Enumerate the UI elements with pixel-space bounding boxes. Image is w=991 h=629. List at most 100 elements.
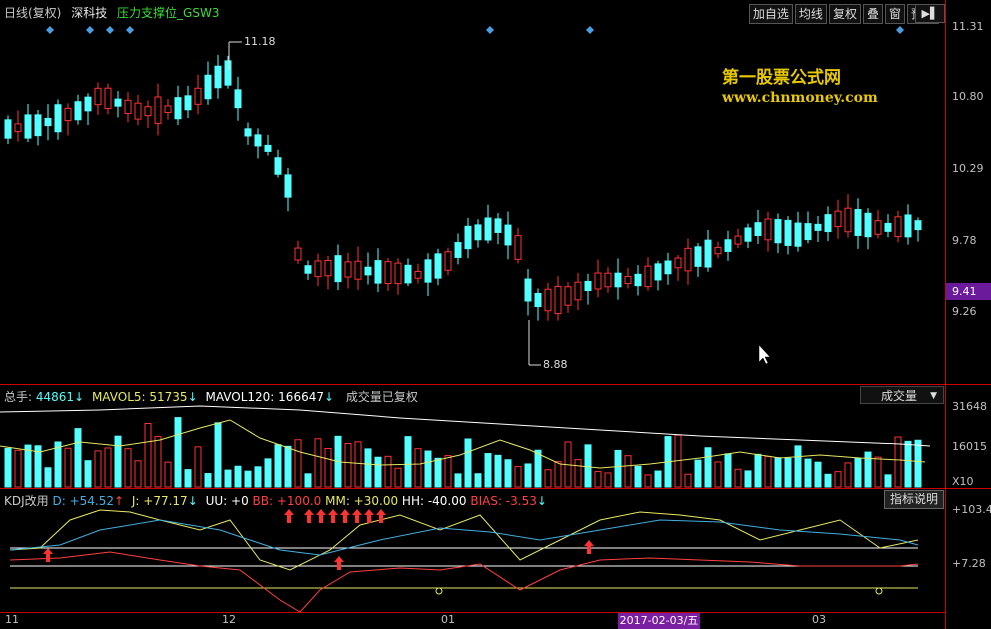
volume-bar [744,470,752,488]
candle-body [794,222,802,247]
candle-body [284,174,292,198]
volume-bar [364,448,372,488]
indicator-help-button[interactable]: 指标说明 [884,490,944,509]
candle-body [544,288,552,312]
volume-tick: 16015 [952,440,987,453]
volume-bar [344,443,352,488]
candle-body [314,260,322,278]
volume-bar [4,447,12,488]
mavol5-value: 51735 [149,390,188,404]
down-arrow-icon: ↓ [187,494,198,508]
candle-body [4,119,12,139]
kdj-signal-arrows [43,509,594,570]
indicator-dropdown[interactable]: 成交量 ▼ [860,386,944,404]
volume-bar [404,436,412,488]
candle-body [434,253,442,279]
volume-bar [814,461,822,488]
signal-diamonds [46,26,904,34]
volume-bar [574,459,582,488]
signal-diamond-icon [126,26,134,34]
chart-canvas[interactable] [0,0,945,629]
volume-bar [724,453,732,488]
volume-bar [494,454,502,488]
volume-unit: X10 [952,475,974,488]
candle-body [464,225,472,250]
price-tick: 10.80 [952,90,984,103]
candle-body [114,98,122,107]
candle-body [844,207,852,233]
up-arrow-icon [328,509,338,523]
volume-bar [504,459,512,488]
down-arrow-icon: ↓ [323,390,335,404]
candle-body [14,123,22,133]
candle-body [604,272,612,288]
volume-bar [894,436,902,488]
volume-bar [434,457,442,488]
candle-body [54,104,62,133]
kdj-name[interactable]: KDJ改用 [4,494,49,508]
candle-body [684,247,692,272]
volume-bar [904,440,912,488]
volume-bar [274,444,282,488]
volume-bar [534,449,542,488]
price-tick: 10.29 [952,162,984,175]
volume-bar [824,473,832,488]
volume-bar [914,439,922,488]
volume-bar [804,458,812,488]
date-tick: 03 [812,613,826,626]
volume-bar [254,466,262,488]
volume-bar [464,438,472,488]
signal-diamond-icon [896,26,904,34]
volume-bar [134,460,142,488]
volume-bar [684,473,692,488]
candle-body [594,272,602,290]
volume-bar [644,474,652,488]
volume-bar [354,441,362,488]
volume-bar [594,471,602,488]
candle-body [654,263,662,281]
volume-bar [384,455,392,488]
volume-tick: 31648 [952,400,987,413]
signal-diamond-icon [586,26,594,34]
volume-bar [474,473,482,488]
candle-body [774,219,782,244]
volume-note: 成交量已复权 [345,390,418,404]
candle-body [74,101,82,121]
volume-bar [14,449,22,488]
candle-body [454,242,462,258]
candle-body [584,280,592,292]
candle-body [244,128,252,137]
volume-bar [544,469,552,488]
date-tick: 01 [441,613,455,626]
kdj-bb-value: BB: +100.0 [252,494,322,508]
high-price-label: 11.18 [244,35,276,48]
down-arrow-icon: ↓ [187,390,198,404]
up-arrow-icon [43,548,53,562]
price-tick: 9.78 [952,234,977,247]
current-price-marker: 9.41 [946,283,991,300]
signal-diamond-icon [486,26,494,34]
candle-body [374,260,382,284]
volume-bar [174,417,182,488]
candle-body [274,157,282,175]
volume-bar [124,448,132,488]
volume-bar [784,457,792,488]
volume-bar [734,468,742,488]
candle-body [704,239,712,268]
kdj-mm-value: MM: +30.00 [325,494,399,508]
candle-body [784,219,792,246]
volume-bar [294,439,302,488]
signal-diamond-icon [86,26,94,34]
candle-body [904,214,912,238]
candle-body [864,212,872,238]
volume-bar [584,444,592,488]
down-arrow-icon: ↓ [74,390,85,404]
volume-bar [164,461,172,488]
volume-bar [224,469,232,488]
candle-body [494,218,502,233]
volume-bar [634,465,642,488]
date-tick: 11 [5,613,19,626]
candle-body [624,275,632,285]
volume-bar [514,466,522,488]
candle-body [124,99,132,114]
